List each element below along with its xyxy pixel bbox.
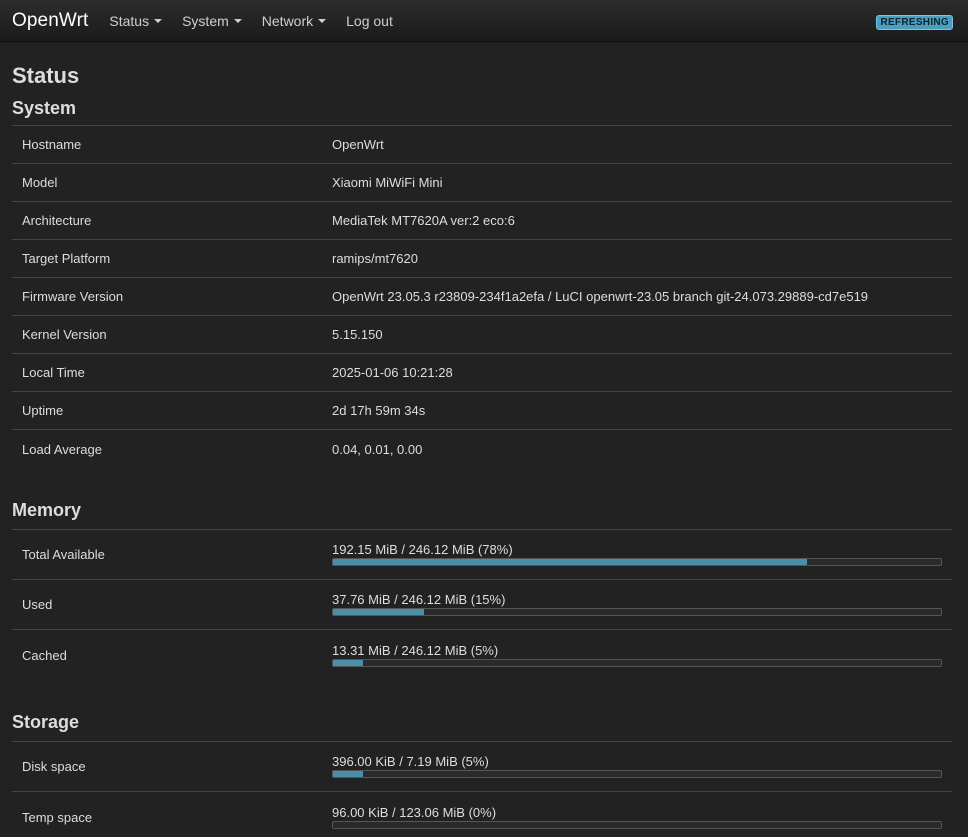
progress-fill — [333, 771, 364, 777]
progress-text: 37.76 MiB / 246.12 MiB (15%) — [332, 592, 506, 607]
progress-text: 396.00 KiB / 7.19 MiB (5%) — [332, 754, 489, 769]
progress-bar — [332, 820, 942, 829]
row-value: 2025-01-06 10:21:28 — [332, 365, 453, 380]
nav-network-label: Network — [261, 12, 314, 29]
table-row: Used 37.76 MiB / 246.12 MiB (15%) — [12, 580, 952, 630]
table-row: Cached 13.31 MiB / 246.12 MiB (5%) — [12, 630, 952, 680]
nav-status[interactable]: Status — [109, 12, 163, 29]
row-label: Architecture — [22, 213, 92, 228]
row-label: Kernel Version — [22, 327, 107, 342]
table-row: Uptime 2d 17h 59m 34s — [12, 392, 952, 430]
caret-down-icon — [154, 19, 163, 23]
table-row: Model Xiaomi MiWiFi Mini — [12, 164, 952, 202]
page-title: Status — [12, 63, 80, 88]
table-row: Hostname OpenWrt — [12, 126, 952, 164]
nav-logout[interactable]: Log out — [346, 13, 393, 29]
progress-text: 96.00 KiB / 123.06 MiB (0%) — [332, 804, 497, 820]
row-label: Local Time — [22, 365, 85, 380]
system-section-title: System — [12, 90, 952, 126]
main-content: Status System Hostname OpenWrt Model Xia… — [0, 62, 968, 837]
row-label: Disk space — [22, 759, 86, 774]
progress-fill — [333, 559, 808, 565]
table-row: Total Available 192.15 MiB / 246.12 MiB … — [12, 530, 952, 580]
row-label: Uptime — [22, 403, 64, 418]
row-label: Load Average — [22, 441, 102, 457]
nav-status-label: Status — [109, 12, 150, 29]
table-row: Firmware Version OpenWrt 23.05.3 r23809-… — [12, 278, 952, 316]
table-row: Disk space 396.00 KiB / 7.19 MiB (5%) — [12, 742, 952, 792]
table-row: Target Platform ramips/mt7620 — [12, 240, 952, 278]
table-row: Load Average 0.04, 0.01, 0.00 — [12, 430, 952, 468]
row-value: 2d 17h 59m 34s — [332, 403, 426, 418]
nav-system[interactable]: System — [182, 13, 242, 29]
top-navbar: OpenWrt Status System Network Log out RE… — [0, 0, 968, 42]
progress-container: 396.00 KiB / 7.19 MiB (5%) — [332, 755, 952, 778]
row-label: Used — [22, 597, 53, 612]
row-value: ramips/mt7620 — [332, 251, 418, 266]
row-label: Temp space — [22, 809, 93, 825]
caret-down-icon — [318, 19, 327, 23]
progress-fill — [333, 659, 364, 666]
storage-table: Disk space 396.00 KiB / 7.19 MiB (5%) Te… — [12, 742, 952, 837]
progress-fill — [333, 609, 425, 615]
progress-bar — [332, 658, 942, 667]
row-label: Cached — [22, 647, 67, 663]
progress-container: 192.15 MiB / 246.12 MiB (78%) — [332, 543, 952, 566]
row-value: 5.15.150 — [332, 327, 383, 342]
nav-network[interactable]: Network — [261, 12, 327, 29]
refreshing-badge[interactable]: REFRESHING — [876, 15, 953, 30]
progress-container: 96.00 KiB / 123.06 MiB (0%) — [332, 804, 952, 829]
progress-container: 13.31 MiB / 246.12 MiB (5%) — [332, 642, 952, 667]
progress-bar — [332, 608, 942, 616]
row-label: Hostname — [22, 137, 82, 152]
progress-bar — [332, 770, 942, 778]
progress-text: 192.15 MiB / 246.12 MiB (78%) — [332, 542, 513, 557]
brand-logo[interactable]: OpenWrt — [12, 10, 88, 32]
row-value: 0.04, 0.01, 0.00 — [332, 441, 423, 457]
row-label: Total Available — [22, 547, 105, 562]
nav-system-label: System — [182, 12, 229, 29]
table-row: Architecture MediaTek MT7620A ver:2 eco:… — [12, 202, 952, 240]
caret-down-icon — [233, 19, 242, 23]
row-value: OpenWrt 23.05.3 r23809-234f1a2efa / LuCI… — [332, 289, 869, 304]
memory-table: Total Available 192.15 MiB / 246.12 MiB … — [12, 530, 952, 680]
table-row: Kernel Version 5.15.150 — [12, 316, 952, 354]
memory-section-title: Memory — [12, 492, 952, 530]
progress-bar — [332, 558, 942, 566]
table-row: Local Time 2025-01-06 10:21:28 — [12, 354, 952, 392]
row-value: OpenWrt — [332, 137, 384, 152]
storage-section-title: Storage — [12, 704, 952, 742]
row-value: MediaTek MT7620A ver:2 eco:6 — [332, 213, 515, 228]
system-table: Hostname OpenWrt Model Xiaomi MiWiFi Min… — [12, 126, 952, 468]
row-label: Firmware Version — [22, 289, 124, 304]
row-label: Target Platform — [22, 251, 111, 266]
nav-logout-label: Log out — [346, 12, 393, 29]
progress-text: 13.31 MiB / 246.12 MiB (5%) — [332, 642, 499, 658]
progress-container: 37.76 MiB / 246.12 MiB (15%) — [332, 593, 952, 616]
table-row: Temp space 96.00 KiB / 123.06 MiB (0%) — [12, 792, 952, 837]
row-label: Model — [22, 175, 58, 190]
row-value: Xiaomi MiWiFi Mini — [332, 175, 443, 190]
